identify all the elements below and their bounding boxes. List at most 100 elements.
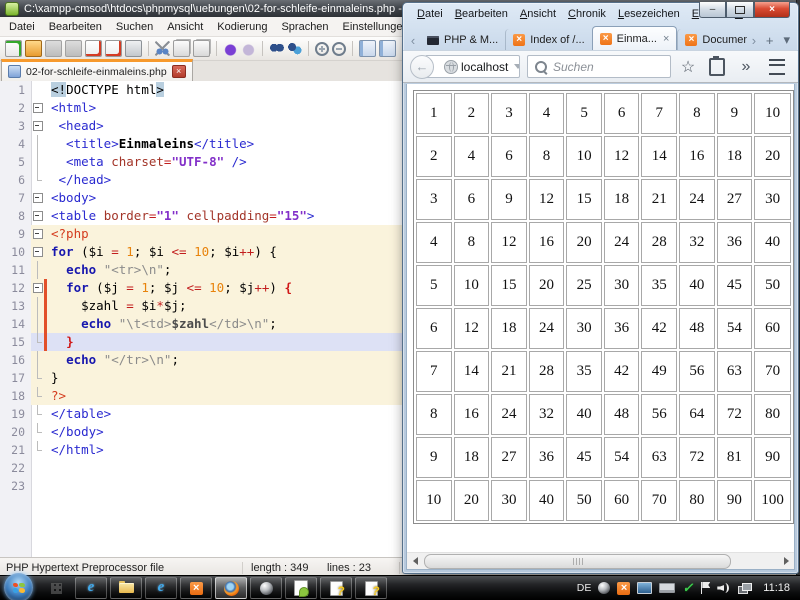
clock[interactable]: 11:18: [763, 582, 790, 594]
fold-marker: [31, 351, 44, 369]
scrollbar-thumb[interactable]: [424, 554, 731, 569]
npp-menu-kodierung[interactable]: Kodierung: [210, 18, 274, 36]
table-cell: 40: [754, 222, 791, 263]
copy-icon[interactable]: [173, 40, 190, 57]
code-text: <body>: [47, 189, 96, 207]
save-icon[interactable]: [45, 40, 62, 57]
fold-marker[interactable]: [31, 117, 44, 135]
taskbar-help-document-2[interactable]: [355, 577, 387, 599]
close-all-icon[interactable]: [105, 40, 122, 57]
new-tab-button[interactable]: +: [761, 30, 779, 50]
tab-scroll-right-icon[interactable]: ›: [747, 30, 761, 50]
taskbar-media-app[interactable]: [250, 577, 282, 599]
tab-close-icon[interactable]: ×: [172, 65, 186, 78]
fold-marker[interactable]: [31, 189, 44, 207]
redo-icon[interactable]: [241, 41, 256, 56]
flag-tray-icon[interactable]: [700, 582, 710, 594]
fold-marker[interactable]: [31, 99, 44, 117]
taskbar-xampp-control[interactable]: [180, 577, 212, 599]
npp-menu-ansicht[interactable]: Ansicht: [160, 18, 210, 36]
browser-tab-active[interactable]: Einma...×: [592, 26, 678, 50]
taskbar-internet-explorer-2[interactable]: e: [145, 577, 177, 599]
search-input[interactable]: Suchen: [527, 55, 671, 78]
maximize-button[interactable]: [726, 2, 754, 18]
save-all-icon[interactable]: [65, 40, 82, 57]
bookmark-star-icon[interactable]: ☆: [678, 56, 698, 78]
taskbar-windows-explorer[interactable]: [110, 577, 142, 599]
npp-menu-bearbeiten[interactable]: Bearbeiten: [42, 18, 109, 36]
code-text: for ($i = 1; $i <= 10; $i++) {: [47, 243, 277, 261]
function-list-icon[interactable]: [379, 40, 396, 57]
volume-tray-icon[interactable]: [717, 582, 731, 594]
line-number: 13: [0, 297, 31, 315]
firefox-menu-chronik[interactable]: Chronik: [562, 5, 612, 23]
xampp-tray-icon[interactable]: [617, 582, 630, 595]
fold-marker: [31, 459, 44, 477]
taskbar-internet-explorer[interactable]: e: [75, 577, 107, 599]
firefox-icon: [224, 581, 239, 596]
tab-scroll-left-icon[interactable]: ‹: [406, 30, 420, 50]
firefox-menu-ansicht[interactable]: Ansicht: [514, 5, 562, 23]
open-folder-icon[interactable]: [25, 40, 42, 57]
table-cell: 15: [566, 179, 602, 220]
table-cell: 30: [566, 308, 602, 349]
taskbar-firefox[interactable]: [215, 577, 247, 599]
language-indicator[interactable]: DE: [577, 582, 592, 594]
taskbar-help-document-1[interactable]: [320, 577, 352, 599]
url-bar[interactable]: localhost /phpmysql/uel ↻: [425, 55, 520, 78]
zoom-in-icon[interactable]: [315, 42, 329, 56]
browser-tab[interactable]: PHP & M...: [420, 29, 505, 50]
keyboard-tray-icon[interactable]: [659, 583, 675, 593]
bookmarks-panel-icon[interactable]: [709, 58, 725, 76]
network-tray-icon[interactable]: [738, 583, 752, 594]
minimize-button[interactable]: –: [699, 2, 726, 18]
firefox-menu-datei[interactable]: Datei: [411, 5, 449, 23]
doc-map-icon[interactable]: [359, 40, 376, 57]
firefox-tab-strip: ‹ PHP & M...Index of /...Einma...×Docume…: [403, 25, 798, 50]
tab-close-icon[interactable]: ×: [663, 33, 669, 45]
npp-menu-datei[interactable]: Datei: [2, 18, 42, 36]
replace-icon[interactable]: [287, 41, 302, 56]
start-button[interactable]: [4, 573, 33, 600]
close-icon[interactable]: [85, 40, 102, 57]
table-cell: 49: [641, 351, 677, 392]
new-file-icon[interactable]: [5, 40, 22, 57]
horizontal-scrollbar[interactable]: [407, 552, 794, 569]
browser-tab[interactable]: Document: [677, 29, 746, 50]
scroll-right-arrow-icon[interactable]: [778, 553, 794, 569]
taskbar-notepad-plus-plus[interactable]: [285, 577, 317, 599]
firefox-menu-bearbeiten[interactable]: Bearbeiten: [449, 5, 514, 23]
update-check-tray-icon[interactable]: [682, 579, 693, 597]
menu-hamburger-icon[interactable]: [769, 59, 785, 75]
toolbar-separator: [148, 41, 149, 56]
sphere-tray-icon[interactable]: [598, 582, 610, 594]
back-button[interactable]: ←: [410, 55, 434, 79]
overflow-chevron-icon[interactable]: »: [736, 56, 756, 78]
firefox-window: DateiBearbeitenAnsichtChronikLesezeichen…: [402, 2, 799, 574]
fold-marker[interactable]: [31, 225, 44, 243]
print-icon[interactable]: [125, 40, 142, 57]
fold-marker[interactable]: [31, 243, 44, 261]
firefox-menu-lesezeichen[interactable]: Lesezeichen: [612, 5, 686, 23]
ie-icon: e: [84, 581, 98, 595]
toolbar-separator: [216, 41, 217, 56]
cut-icon[interactable]: [155, 41, 170, 56]
url-dropdown-icon[interactable]: [514, 64, 520, 69]
npp-menu-suchen[interactable]: Suchen: [109, 18, 160, 36]
all-tabs-dropdown-icon[interactable]: ▾: [778, 30, 795, 50]
scroll-left-arrow-icon[interactable]: [407, 553, 423, 569]
browser-tab[interactable]: Index of /...: [505, 29, 591, 50]
find-icon[interactable]: [269, 41, 284, 56]
table-cell: 9: [416, 437, 452, 478]
undo-icon[interactable]: [223, 41, 238, 56]
npp-tab-active[interactable]: 02-for-schleife-einmaleins.php ×: [1, 59, 193, 81]
display-tray-icon[interactable]: [637, 582, 652, 594]
paste-icon[interactable]: [193, 40, 210, 57]
npp-menu-sprachen[interactable]: Sprachen: [274, 18, 335, 36]
fold-marker[interactable]: [31, 279, 44, 297]
taskbar-pinned-app[interactable]: [40, 577, 72, 599]
fold-marker[interactable]: [31, 207, 44, 225]
zoom-out-icon[interactable]: [332, 42, 346, 56]
close-button[interactable]: ×: [754, 2, 790, 18]
table-cell: 12: [529, 179, 565, 220]
